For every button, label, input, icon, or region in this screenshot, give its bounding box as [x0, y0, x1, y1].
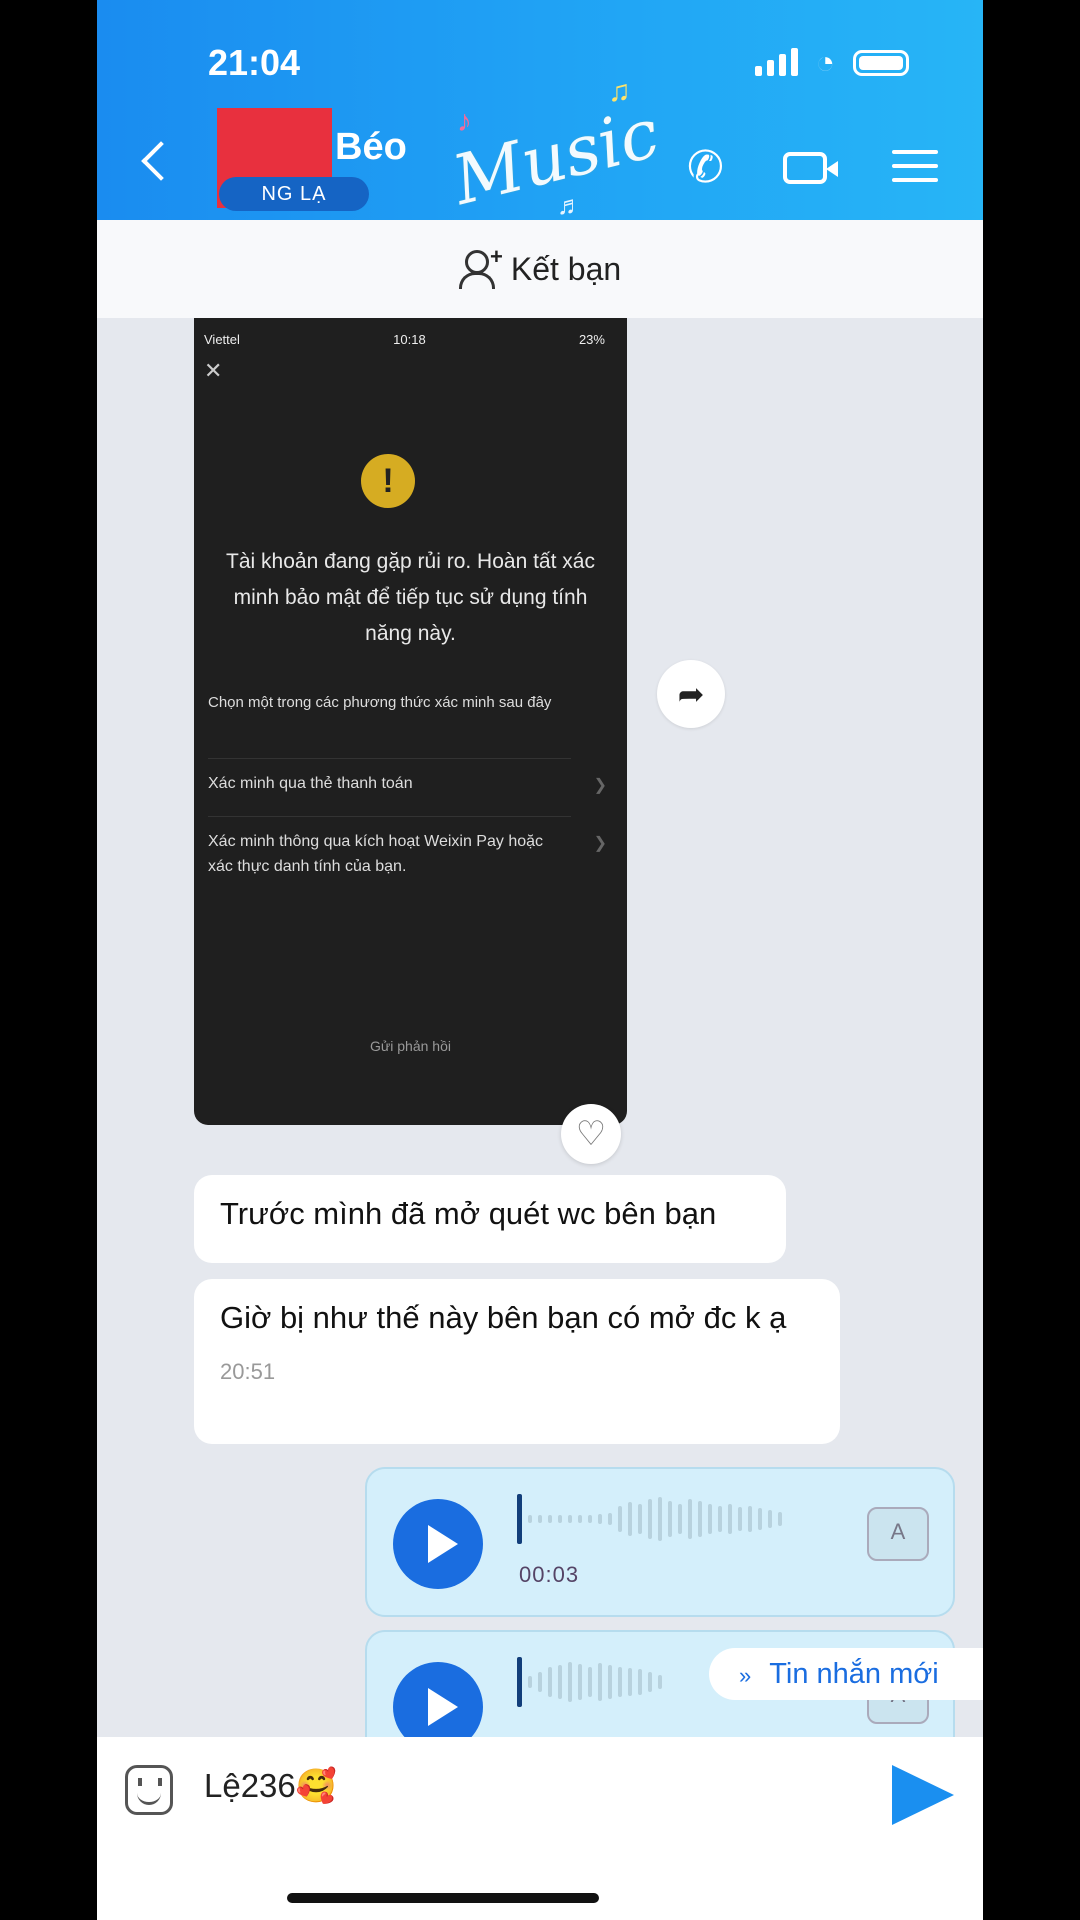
add-friend-button[interactable]: + Kết bạn — [97, 220, 983, 318]
risk-message: Tài khoản đang gặp rủi ro. Hoàn tất xác … — [226, 550, 595, 645]
wifi-icon: ◔ — [815, 44, 835, 80]
back-icon[interactable] — [141, 141, 181, 181]
add-friend-label: Kết bạn — [510, 250, 622, 287]
image-time: 10:18 — [393, 332, 426, 347]
forward-icon[interactable]: ➦ — [657, 660, 725, 728]
chat-header: 21:04 ◔ Béo NG LẠ ♫ ♪ ♬ Music ✆ — [97, 0, 983, 221]
signal-icon — [754, 48, 798, 76]
verify-option: Xác minh qua thẻ thanh toán ❯ — [208, 758, 607, 796]
add-person-icon: + — [458, 244, 503, 289]
battery-icon — [853, 50, 909, 76]
verify-option-label: Xác minh thông qua kích hoạt Weixin Pay … — [208, 833, 544, 875]
warning-icon: ! — [361, 454, 415, 508]
message-bubble[interactable]: Trước mình đã mở quét wc bên bạn — [194, 1175, 786, 1263]
stranger-badge: NG LẠ — [219, 177, 369, 211]
voice-waveform[interactable] — [517, 1494, 782, 1544]
video-call-icon[interactable] — [783, 152, 838, 184]
message-bubble[interactable]: Giờ bị như thế này bên bạn có mở đc k ạ … — [194, 1279, 840, 1444]
choose-method-text: Chọn một trong các phương thức xác minh … — [208, 694, 552, 711]
menu-icon[interactable] — [892, 150, 938, 192]
chat-screen: 21:04 ◔ Béo NG LẠ ♫ ♪ ♬ Music ✆ + Kết bạ… — [97, 0, 983, 1920]
message-text: Trước mình đã mở quét wc bên bạn — [220, 1196, 717, 1231]
voice-message: 00:03 A — [365, 1467, 955, 1617]
phone-icon[interactable]: ✆ — [687, 142, 724, 193]
voice-waveform[interactable] — [517, 1657, 662, 1707]
verify-option-label: Xác minh qua thẻ thanh toán — [208, 775, 413, 792]
heart-reaction-icon[interactable]: ♡ — [561, 1104, 621, 1164]
feedback-link: Gửi phản hồi — [370, 1038, 451, 1054]
home-indicator[interactable] — [287, 1893, 599, 1903]
shared-screenshot-image[interactable]: Viettel 10:18 23% ✕ ! Tài khoản đang gặp… — [194, 318, 627, 1125]
chevron-right-icon: ❯ — [593, 777, 607, 794]
message-time: 20:51 — [220, 1359, 276, 1384]
double-chevron-down-icon: » — [739, 1663, 752, 1688]
verify-option: Xác minh thông qua kích hoạt Weixin Pay … — [208, 816, 607, 879]
status-icons: ◔ — [754, 44, 909, 80]
message-text: Giờ bị như thế này bên bạn có mở đc k ạ — [220, 1300, 787, 1335]
play-icon[interactable] — [393, 1499, 483, 1589]
chevron-right-icon: ❯ — [593, 835, 607, 852]
status-time: 21:04 — [208, 42, 301, 83]
send-icon[interactable] — [892, 1765, 954, 1825]
sticker-icon[interactable] — [125, 1765, 173, 1815]
music-note-icon: ♪ — [457, 105, 472, 138]
message-input[interactable]: Lệ236🥰 — [204, 1767, 337, 1806]
transcribe-icon[interactable]: A — [867, 1507, 929, 1561]
close-icon: ✕ — [204, 358, 223, 383]
image-carrier: Viettel — [204, 332, 240, 347]
contact-name[interactable]: Béo — [335, 126, 407, 169]
new-messages-label: Tin nhắn mới — [769, 1658, 939, 1690]
new-messages-button[interactable]: » Tin nhắn mới — [709, 1648, 983, 1700]
voice-duration: 00:03 — [519, 1562, 580, 1587]
image-battery: 23% — [578, 332, 605, 347]
image-status-bar: Viettel 10:18 23% — [204, 332, 605, 347]
